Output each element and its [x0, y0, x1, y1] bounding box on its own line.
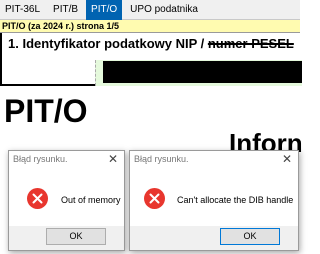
dialog-message: Can't allocate the DIB handle — [177, 195, 294, 205]
error-dialog-out-of-memory: Błąd rysunku. ✕ Out of memory OK — [8, 150, 125, 251]
error-icon — [144, 188, 165, 209]
tab-pit-b[interactable]: PIT/B — [48, 0, 83, 20]
error-icon — [27, 188, 48, 209]
ok-button[interactable]: OK — [220, 228, 280, 245]
section-title: 1. Identyfikator podatkowy NIP / numer P… — [8, 36, 294, 51]
dialog-message: Out of memory — [61, 195, 121, 205]
error-dialog-dib-handle: Błąd rysunku. ✕ Can't allocate the DIB h… — [129, 150, 299, 251]
close-icon[interactable]: ✕ — [108, 152, 118, 166]
dialog-footer: OK — [9, 226, 124, 250]
form-page-header: PIT/O (za 2024 r.) strona 1/5 — [0, 20, 300, 33]
section-title-struck-label: numer PESEL — [207, 36, 294, 51]
identifier-section: 1. Identyfikator podatkowy NIP / numer P… — [0, 33, 302, 86]
nip-field[interactable] — [103, 61, 302, 83]
dialog-footer: OK — [130, 226, 298, 250]
tab-pit-o[interactable]: PIT/O — [86, 0, 123, 20]
ok-button[interactable]: OK — [46, 228, 106, 245]
dialog-title: Błąd rysunku. — [13, 154, 68, 164]
dialog-title: Błąd rysunku. — [134, 154, 189, 164]
tab-strip: PIT-36L PIT/B PIT/O UPO podatnika — [0, 0, 300, 20]
tab-upo-podatnika[interactable]: UPO podatnika — [125, 0, 203, 20]
section-title-label: 1. Identyfikator podatkowy NIP / — [8, 36, 208, 51]
tab-pit-36l[interactable]: PIT-36L — [0, 0, 45, 20]
close-icon[interactable]: ✕ — [282, 152, 292, 166]
form-title: PIT/O — [4, 93, 88, 129]
